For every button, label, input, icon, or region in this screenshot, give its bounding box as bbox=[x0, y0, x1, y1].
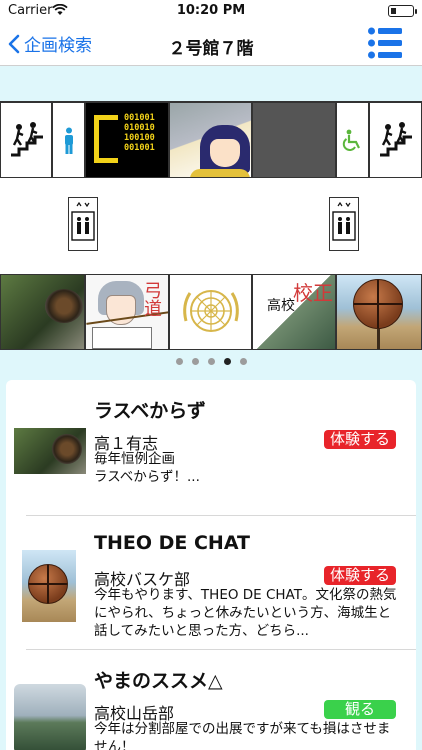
page-dot[interactable] bbox=[239, 358, 247, 365]
watch-badge[interactable]: 観る bbox=[324, 700, 396, 719]
experience-badge[interactable]: 体験する bbox=[324, 566, 396, 585]
stairs-icon bbox=[11, 122, 43, 157]
room-roulette[interactable] bbox=[0, 274, 85, 350]
list-item[interactable]: ラスベからず 高１有志 体験する 毎年恒例企画 ラスベからず！... bbox=[6, 380, 416, 515]
list-item[interactable]: やまのススメ△ 高校山岳部 観る 今年は分割部屋での出展ですが来ても損はさせませ… bbox=[6, 650, 416, 750]
room-code-text: 001001 010010 100100 001001 bbox=[124, 113, 155, 153]
un-emblem-icon bbox=[183, 290, 239, 332]
event-description: 今年は分割部屋での出展ですが来ても損はさせません！ bbox=[94, 721, 391, 750]
clock: 10:20 PM bbox=[176, 3, 246, 18]
page-dot[interactable] bbox=[191, 358, 199, 365]
list-menu-icon[interactable] bbox=[368, 27, 402, 59]
list-item[interactable]: THEO DE CHAT 高校バスケ部 体験する 今年もやります、THEO DE… bbox=[6, 516, 416, 649]
hallway bbox=[0, 178, 422, 274]
restroom bbox=[52, 102, 85, 178]
event-description: 今年もやります、THEO DE CHAT。文化祭の熱気にやられ、ちょっと休みたい… bbox=[94, 587, 397, 639]
room-anime[interactable] bbox=[169, 102, 252, 178]
floor-map[interactable]: 001001 010010 100100 001001 弓道 校正 高校 bbox=[0, 101, 422, 350]
elevator-icon bbox=[332, 201, 356, 241]
stairs-left bbox=[0, 102, 52, 178]
stairs-icon bbox=[380, 122, 412, 157]
event-thumbnail bbox=[14, 684, 86, 750]
event-name: THEO DE CHAT bbox=[94, 532, 251, 554]
page-dot-active[interactable] bbox=[223, 358, 231, 365]
stairs-right bbox=[369, 102, 422, 178]
mountain-text: 校正 bbox=[293, 281, 333, 305]
accessible-restroom bbox=[336, 102, 369, 178]
experience-badge[interactable]: 体験する bbox=[324, 430, 396, 449]
elevator-left bbox=[68, 197, 98, 251]
page-dot[interactable] bbox=[175, 358, 183, 365]
room-kyudo[interactable]: 弓道 bbox=[85, 274, 169, 350]
event-thumbnail bbox=[22, 550, 76, 622]
room-mountain[interactable]: 校正 高校 bbox=[252, 274, 336, 350]
event-description: 毎年恒例企画 ラスベからず！... bbox=[94, 451, 200, 485]
mountain-sub-text: 高校 bbox=[267, 298, 295, 314]
room-computer[interactable]: 001001 010010 100100 001001 bbox=[85, 102, 169, 178]
basketball-icon bbox=[353, 279, 403, 329]
event-name: やまのススメ△ bbox=[94, 670, 223, 692]
navigation-bar: 企画検索 ２号館７階 bbox=[0, 22, 422, 66]
event-name: ラスベからず bbox=[94, 400, 206, 422]
event-list[interactable]: ラスベからず 高１有志 体験する 毎年恒例企画 ラスベからず！... THEO … bbox=[6, 380, 416, 750]
page-dot[interactable] bbox=[207, 358, 215, 365]
wheelchair-icon bbox=[342, 129, 360, 151]
room-basketball[interactable] bbox=[336, 274, 422, 350]
event-thumbnail bbox=[14, 428, 86, 474]
battery-icon bbox=[388, 5, 417, 17]
page-title: ２号館７階 bbox=[168, 39, 254, 59]
page-indicator[interactable] bbox=[0, 358, 422, 368]
kyudo-text: 弓道 bbox=[141, 281, 162, 317]
room-model-un[interactable] bbox=[169, 274, 252, 350]
elevator-right bbox=[329, 197, 359, 251]
restroom-icon bbox=[65, 127, 73, 154]
elevator-icon bbox=[71, 201, 95, 241]
status-bar: Carrier 10:20 PM bbox=[0, 0, 422, 22]
c-logo-icon bbox=[94, 115, 118, 163]
room-unassigned bbox=[252, 102, 336, 178]
